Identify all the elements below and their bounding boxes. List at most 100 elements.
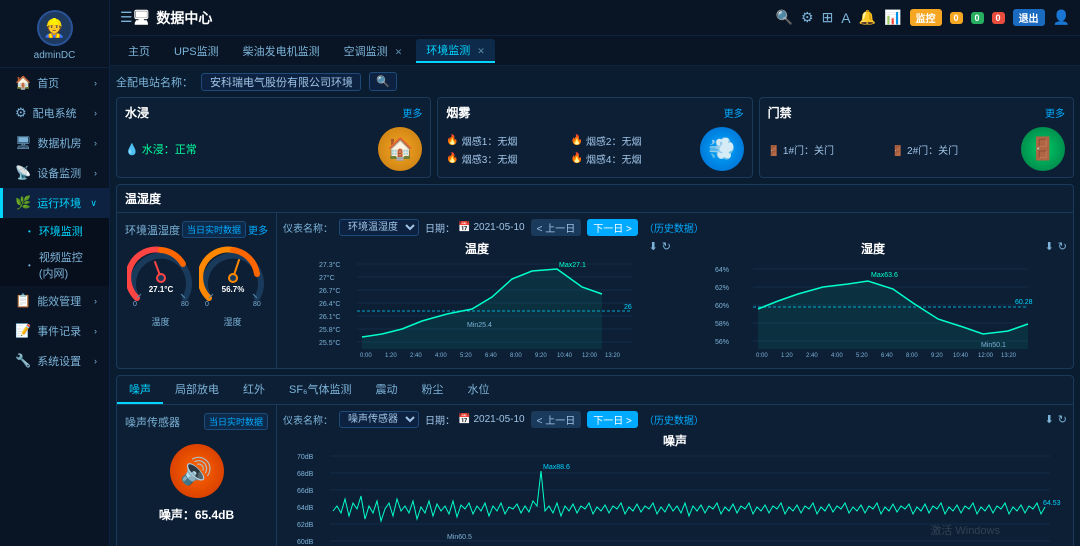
sidebar: 👷 adminDC 🏠 首页 › ⚙ 配电系统 › 🖥 — [0, 0, 110, 546]
temp-line-chart: 温度 ⬇ ↻ — [283, 240, 671, 362]
svg-text:6:40: 6:40 — [881, 353, 893, 359]
gauge-sub-title: 环境温湿度 — [125, 222, 180, 238]
noise-value: 噪声：65.4dB — [159, 506, 234, 523]
smoke-body: 🔥烟感1：无烟 🔥烟感2：无烟 🔥烟感3：无烟 🔥烟感4：无烟 💨 — [446, 127, 743, 171]
tab-partial-discharge[interactable]: 局部放电 — [163, 376, 231, 404]
svg-text:56%: 56% — [715, 339, 729, 346]
sidebar-item-report[interactable]: 📋 能效管理 › — [0, 286, 109, 316]
tab-vibration[interactable]: 震动 — [364, 376, 410, 404]
water-icon: 🏠 — [378, 127, 422, 171]
sidebar-item-event[interactable]: 📝 事件记录 › — [0, 316, 109, 346]
monitor-icon: 📡 — [15, 165, 31, 181]
door-more-button[interactable]: 更多 — [1045, 105, 1065, 120]
noise-next-button[interactable]: 下一日 > — [587, 411, 638, 428]
sidebar-item-monitor[interactable]: 📡 设备监测 › — [0, 158, 109, 188]
tab-ac[interactable]: 空调监测 ✕ — [334, 40, 413, 62]
tab-generator[interactable]: 柴油发电机监测 — [233, 40, 330, 62]
tab-close-env-icon[interactable]: ✕ — [477, 46, 485, 56]
humid-svg: 64% 62% 60% 58% 56% 60.28 — [679, 259, 1067, 359]
svg-text:8:00: 8:00 — [510, 353, 522, 359]
temp-chart-title: 温度 — [283, 240, 671, 257]
svg-text:1:20: 1:20 — [385, 353, 397, 359]
sidebar-item-power[interactable]: ⚙ 配电系统 › — [0, 98, 109, 128]
prev-day-button[interactable]: < 上一日 — [531, 219, 582, 236]
svg-text:60%: 60% — [715, 303, 729, 310]
water-more-button[interactable]: 更多 — [402, 105, 422, 120]
download-icon[interactable]: ⬇ — [649, 240, 658, 253]
sidebar-item-datacenter[interactable]: 🖥 数据机房 › — [0, 128, 109, 158]
station-input[interactable] — [201, 73, 361, 91]
sidebar-sub-env-monitor[interactable]: 环境监测 — [0, 218, 109, 244]
chart-icon[interactable]: 📊 — [884, 9, 901, 26]
tab-sf6[interactable]: SF₆气体监测 — [277, 376, 364, 404]
hamburger-icon[interactable]: ☰ — [120, 9, 133, 26]
svg-text:60.28: 60.28 — [1015, 299, 1033, 306]
smoke-more-button[interactable]: 更多 — [724, 105, 744, 120]
temp-section-header: 温湿度 — [117, 185, 1073, 213]
app-title: 🖥 数据中心 — [133, 8, 213, 28]
avatar: 👷 — [37, 10, 73, 46]
tab-ups[interactable]: UPS监测 — [164, 40, 229, 62]
logout-badge[interactable]: 退出 — [1013, 9, 1045, 26]
sidebar-item-home[interactable]: 🏠 首页 › — [0, 68, 109, 98]
sidebar-item-environment[interactable]: 🌿 运行环境 ∨ — [0, 188, 109, 218]
refresh-humid-icon[interactable]: ↻ — [1058, 240, 1067, 253]
grid-icon[interactable]: ⊞ — [822, 9, 834, 26]
count-red-badge[interactable]: 0 — [992, 12, 1005, 24]
noise-sensor-select[interactable]: 噪声传感器 — [339, 411, 419, 428]
tab-close-icon[interactable]: ✕ — [395, 47, 403, 57]
noise-prev-button[interactable]: < 上一日 — [531, 411, 582, 428]
noise-download-icon[interactable]: ⬇ — [1045, 413, 1054, 426]
tab-dust[interactable]: 粉尘 — [410, 376, 456, 404]
station-search-button[interactable]: 🔍 — [369, 72, 397, 91]
svg-text:62dB: 62dB — [297, 522, 314, 529]
refresh-icon[interactable]: ↻ — [662, 240, 671, 253]
user-icon[interactable]: 👤 — [1053, 9, 1070, 26]
svg-text:26.7°C: 26.7°C — [319, 287, 340, 295]
sidebar-sub-video-label: 视频监控(内网) — [39, 249, 97, 281]
smoke-item-4: 🔥烟感4：无烟 — [570, 151, 691, 166]
water-body: 💧 水浸：正常 🏠 — [125, 127, 422, 171]
sidebar-item-environment-label: 运行环境 — [37, 195, 81, 211]
noise-history-link[interactable]: （历史数据） — [644, 412, 704, 427]
sidebar-item-settings[interactable]: 🔧 系统设置 › — [0, 346, 109, 376]
event-icon: 📝 — [15, 323, 31, 339]
svg-text:4:00: 4:00 — [831, 353, 843, 359]
door-grid: 🚪 1#门：关门 🚪 2#门：关门 — [768, 142, 1013, 157]
noise-svg: 70dB 68dB 66dB 64dB 62dB 60dB Max88.6 Mi… — [283, 451, 1067, 546]
settings-icon[interactable]: ⚙ — [801, 9, 814, 26]
svg-text:27.1°C: 27.1°C — [148, 285, 173, 294]
tab-water-level[interactable]: 水位 — [456, 376, 502, 404]
gauges-panel: 环境温湿度 当日实时数据 更多 — [117, 213, 277, 368]
water-title: 水浸 — [125, 104, 149, 121]
svg-text:0: 0 — [205, 301, 209, 308]
monitor-badge[interactable]: 监控 — [910, 9, 942, 26]
noise-chart-title: 噪声 — [283, 432, 1067, 449]
tab-home[interactable]: 主页 — [118, 40, 160, 62]
font-icon[interactable]: A — [841, 10, 850, 26]
noise-refresh-icon[interactable]: ↻ — [1058, 413, 1067, 426]
count-green-badge[interactable]: 0 — [971, 12, 984, 24]
dual-charts: 温度 ⬇ ↻ — [283, 240, 1067, 362]
history-link[interactable]: （历史数据） — [644, 220, 704, 235]
next-day-button[interactable]: 下一日 > — [587, 219, 638, 236]
svg-text:64%: 64% — [715, 267, 729, 274]
tab-infrared[interactable]: 红外 — [231, 376, 277, 404]
topbar-icons: 🔍 ⚙ ⊞ A 🔔 📊 监控 0 0 0 退出 👤 — [776, 9, 1070, 26]
search-icon[interactable]: 🔍 — [776, 9, 793, 26]
svg-text:1:20: 1:20 — [781, 353, 793, 359]
tab-noise[interactable]: 噪声 — [117, 376, 163, 404]
sidebar-sub-video[interactable]: 视频监控(内网) — [0, 244, 109, 286]
download-humid-icon[interactable]: ⬇ — [1045, 240, 1054, 253]
noise-header-row: 噪声传感器 当日实时数据 — [125, 413, 268, 430]
svg-text:0: 0 — [133, 301, 137, 308]
env-icon: 🌿 — [15, 195, 31, 211]
bell-icon[interactable]: 🔔 — [859, 9, 876, 26]
water-header: 水浸 更多 — [125, 104, 422, 121]
smoke-widget: 烟雾 更多 🔥烟感1：无烟 🔥烟感2：无烟 🔥烟感3：无烟 🔥烟感4：无烟 💨 — [437, 97, 752, 178]
gauge-more-button[interactable]: 更多 — [248, 222, 268, 237]
sidebar-item-report-label: 能效管理 — [37, 293, 81, 309]
count-yellow-badge[interactable]: 0 — [950, 12, 963, 24]
sensor-select[interactable]: 环境温湿度 — [339, 219, 419, 236]
tab-environment[interactable]: 环境监测 ✕ — [416, 39, 495, 63]
